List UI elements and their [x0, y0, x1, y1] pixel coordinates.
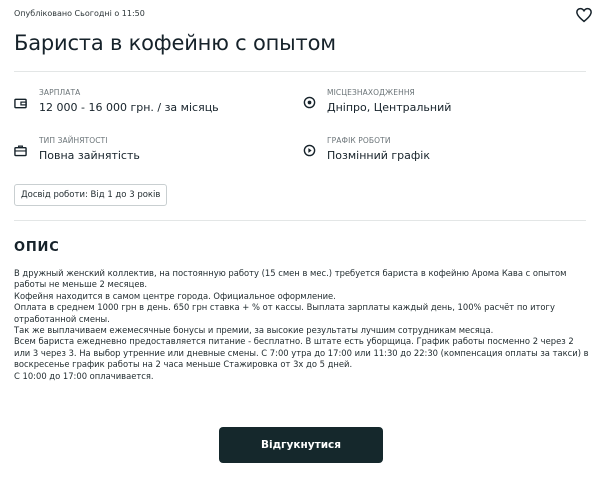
heart-icon[interactable]	[575, 6, 593, 24]
schedule-label: ГРАФІК РОБОТИ	[327, 136, 391, 145]
description-paragraph: Так же выплачиваем ежемесячные бонусы и …	[14, 325, 494, 336]
location-pin-icon	[303, 96, 316, 109]
employment-label: ТИП ЗАЙНЯТОСТІ	[39, 136, 108, 145]
description-paragraph: Всем бариста ежедневно предоставляется п…	[14, 336, 589, 370]
location-value: Дніпро, Центральний	[327, 101, 452, 114]
schedule-value: Позмінний графік	[327, 149, 430, 162]
wallet-icon	[14, 98, 27, 109]
clock-icon	[303, 144, 316, 157]
briefcase-icon	[14, 145, 27, 157]
job-card: Опубліковано Сьогодні о 11:50 Бариста в …	[0, 0, 600, 492]
published-date: Опубліковано Сьогодні о 11:50	[14, 9, 145, 18]
apply-button[interactable]: Відгукнутися	[219, 427, 383, 463]
salary-value: 12 000 - 16 000 грн. / за місяць	[39, 101, 219, 114]
description-text: В дружный женский коллектив, на постоянн…	[14, 268, 589, 382]
location-label: МІСЦЕЗНАХОДЖЕННЯ	[327, 88, 415, 97]
employment-value: Повна зайнятість	[39, 149, 140, 162]
job-title: Бариста в кофейню с опытом	[14, 31, 336, 55]
description-paragraph: В дружный женский коллектив, на постоянн…	[14, 268, 567, 290]
experience-badge: Досвід роботи: Від 1 до 3 років	[14, 184, 168, 206]
divider-top	[14, 71, 586, 72]
description-title: ОПИС	[14, 240, 60, 255]
description-paragraph: С 10:00 до 17:00 оплачивается.	[14, 370, 154, 381]
salary-label: ЗАРПЛАТА	[39, 88, 81, 97]
divider-bottom	[14, 220, 586, 221]
description-paragraph: Кофейня находится в самом центре города.…	[14, 290, 336, 301]
description-paragraph: Оплата в среднем 1000 грн в день. 650 гр…	[14, 302, 555, 324]
